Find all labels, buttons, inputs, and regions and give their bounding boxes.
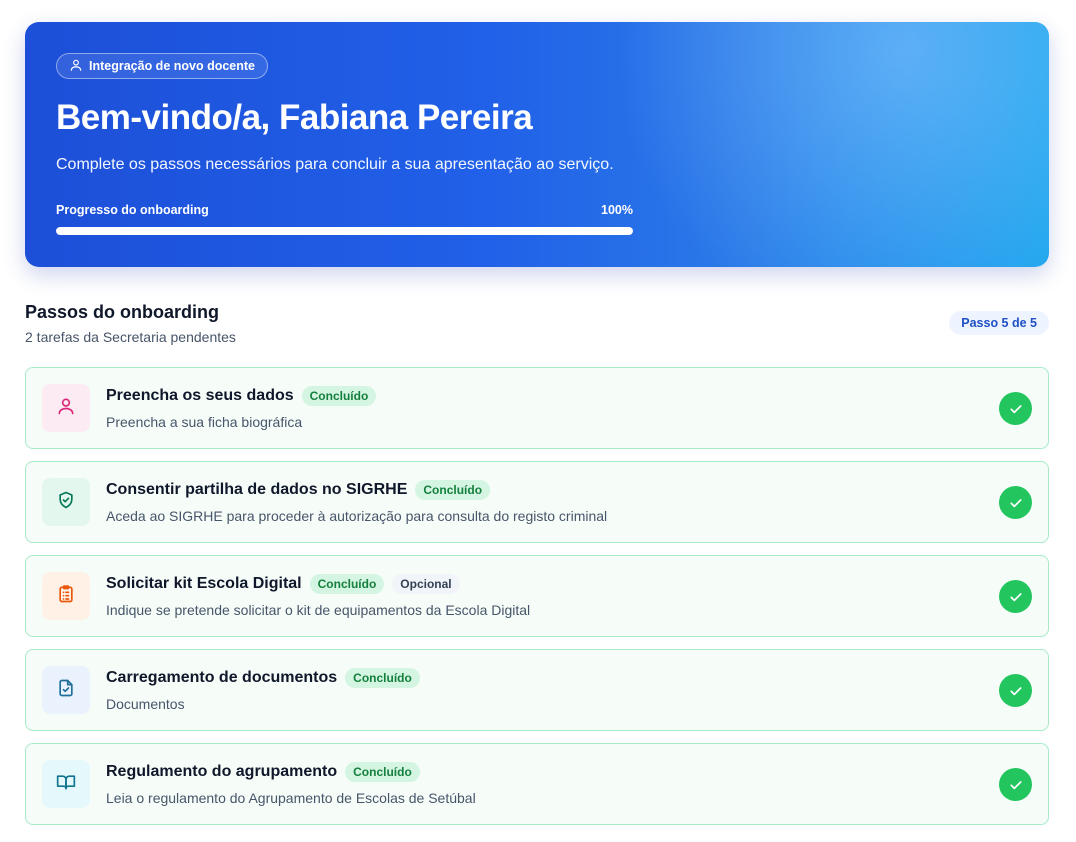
step-title: Carregamento de documentos — [106, 669, 338, 686]
progress-value: 100% — [601, 203, 633, 217]
step-description: Preencha a sua ficha biográfica — [106, 414, 303, 430]
status-badge-completed: Concluído — [309, 574, 385, 594]
progress-label: Progresso do onboarding — [56, 203, 209, 217]
step-card-school-regulation[interactable]: Regulamento do agrupamento Concluído Lei… — [25, 743, 1049, 825]
shield-check-icon — [56, 490, 76, 515]
user-icon — [69, 58, 83, 75]
step-card-personal-data[interactable]: Preencha os seus dados Concluído Preench… — [25, 367, 1049, 449]
step-title: Regulamento do agrupamento — [106, 763, 338, 780]
new-teacher-badge: Integração de novo docente — [56, 53, 269, 79]
progress-bar — [56, 227, 633, 235]
file-check-icon — [56, 678, 76, 703]
step-card-document-upload[interactable]: Carregamento de documentos Concluído Doc… — [25, 649, 1049, 731]
status-badge-completed: Concluído — [345, 668, 420, 688]
book-open-icon — [56, 772, 76, 797]
steps-section-title: Passos do onboarding — [25, 302, 220, 322]
new-teacher-badge-label: Integração de novo docente — [89, 59, 256, 73]
completed-check-icon — [999, 768, 1032, 801]
step-description: Indique se pretende solicitar o kit de e… — [106, 602, 531, 618]
step-icon-container — [42, 666, 90, 714]
step-icon-container — [42, 478, 90, 526]
completed-check-icon — [999, 580, 1032, 613]
step-card-sigrhe-consent[interactable]: Consentir partilha de dados no SIGRHE Co… — [25, 461, 1049, 543]
optional-badge: Opcional — [392, 574, 460, 594]
completed-check-icon — [999, 392, 1032, 425]
step-description: Aceda ao SIGRHE para proceder à autoriza… — [106, 508, 608, 524]
page-title: Bem-vindo/a, Fabiana Pereira — [56, 98, 533, 137]
step-title: Consentir partilha de dados no SIGRHE — [106, 481, 408, 498]
completed-check-icon — [999, 486, 1032, 519]
step-title: Preencha os seus dados — [106, 387, 294, 404]
user-icon — [56, 396, 76, 421]
step-icon-container — [42, 572, 90, 620]
step-card-digital-kit[interactable]: Solicitar kit Escola Digital Concluído O… — [25, 555, 1049, 637]
step-title: Solicitar kit Escola Digital — [106, 575, 302, 592]
step-icon-container — [42, 760, 90, 808]
progress-bar-fill — [56, 227, 633, 235]
step-description: Leia o regulamento do Agrupamento de Esc… — [106, 790, 476, 806]
status-badge-completed: Concluído — [345, 762, 420, 782]
pending-tasks-text: 2 tarefas da Secretaria pendentes — [25, 329, 236, 345]
step-icon-container — [42, 384, 90, 432]
completed-check-icon — [999, 674, 1032, 707]
onboarding-hero: Integração de novo docente Bem-vindo/a, … — [25, 22, 1049, 267]
step-counter-badge: Passo 5 de 5 — [949, 311, 1049, 335]
page-subtitle: Complete os passos necessários para conc… — [56, 156, 614, 173]
status-badge-completed: Concluído — [415, 480, 491, 500]
step-description: Documentos — [106, 696, 185, 712]
status-badge-completed: Concluído — [301, 386, 377, 406]
clipboard-list-icon — [56, 584, 76, 609]
